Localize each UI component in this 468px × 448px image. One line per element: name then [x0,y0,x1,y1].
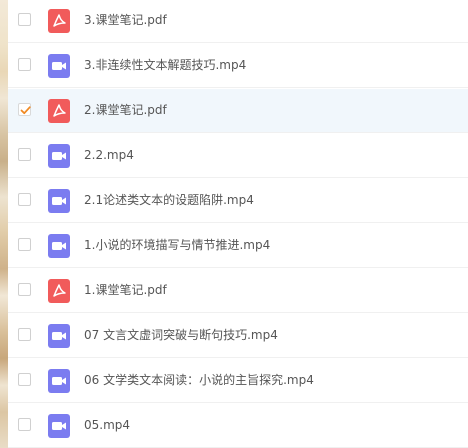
file-row[interactable]: 3.非连续性文本解题技巧.mp4 [8,44,468,88]
file-name[interactable]: 2.2.mp4 [84,147,134,163]
file-row[interactable]: 2.课堂笔记.pdf [8,89,468,133]
file-row[interactable]: 06 文学类文本阅读：小说的主旨探究.mp4 [8,359,468,403]
file-name[interactable]: 07 文言文虚词突破与断句技巧.mp4 [84,327,278,343]
file-list: 3.课堂笔记.pdf 3.非连续性文本解题技巧.mp4 2.课堂笔记.pdf 2… [8,0,468,448]
file-name[interactable]: 3.课堂笔记.pdf [84,12,167,28]
row-checkbox[interactable] [18,373,31,386]
pdf-file-icon [48,9,70,33]
file-row[interactable]: 07 文言文虚词突破与断句技巧.mp4 [8,314,468,358]
file-row[interactable]: 2.2.mp4 [8,134,468,178]
video-file-icon [48,144,70,168]
file-name[interactable]: 1.小说的环境描写与情节推进.mp4 [84,237,270,253]
row-checkbox[interactable] [18,193,31,206]
row-checkbox[interactable] [18,283,31,296]
file-name[interactable]: 2.课堂笔记.pdf [84,102,167,118]
row-checkbox[interactable] [18,238,31,251]
video-file-icon [48,189,70,213]
video-file-icon [48,414,70,438]
file-name[interactable]: 2.1论述类文本的设题陷阱.mp4 [84,192,254,208]
file-row[interactable]: 3.课堂笔记.pdf [8,0,468,43]
file-row[interactable]: 2.1论述类文本的设题陷阱.mp4 [8,179,468,223]
pdf-file-icon [48,99,70,123]
file-name[interactable]: 06 文学类文本阅读：小说的主旨探究.mp4 [84,372,314,388]
file-row[interactable]: 1.小说的环境描写与情节推进.mp4 [8,224,468,268]
video-file-icon [48,234,70,258]
row-checkbox[interactable] [18,103,31,116]
background-edge [0,0,8,448]
video-file-icon [48,324,70,348]
row-checkbox[interactable] [18,418,31,431]
video-file-icon [48,369,70,393]
file-name[interactable]: 05.mp4 [84,417,130,433]
row-checkbox[interactable] [18,13,31,26]
file-name[interactable]: 1.课堂笔记.pdf [84,282,167,298]
file-row[interactable]: 1.课堂笔记.pdf [8,269,468,313]
checkmark-icon [20,106,31,115]
video-file-icon [48,54,70,78]
row-checkbox[interactable] [18,148,31,161]
row-checkbox[interactable] [18,328,31,341]
row-checkbox[interactable] [18,58,31,71]
file-name[interactable]: 3.非连续性文本解题技巧.mp4 [84,57,246,73]
file-row[interactable]: 05.mp4 [8,404,468,448]
pdf-file-icon [48,279,70,303]
